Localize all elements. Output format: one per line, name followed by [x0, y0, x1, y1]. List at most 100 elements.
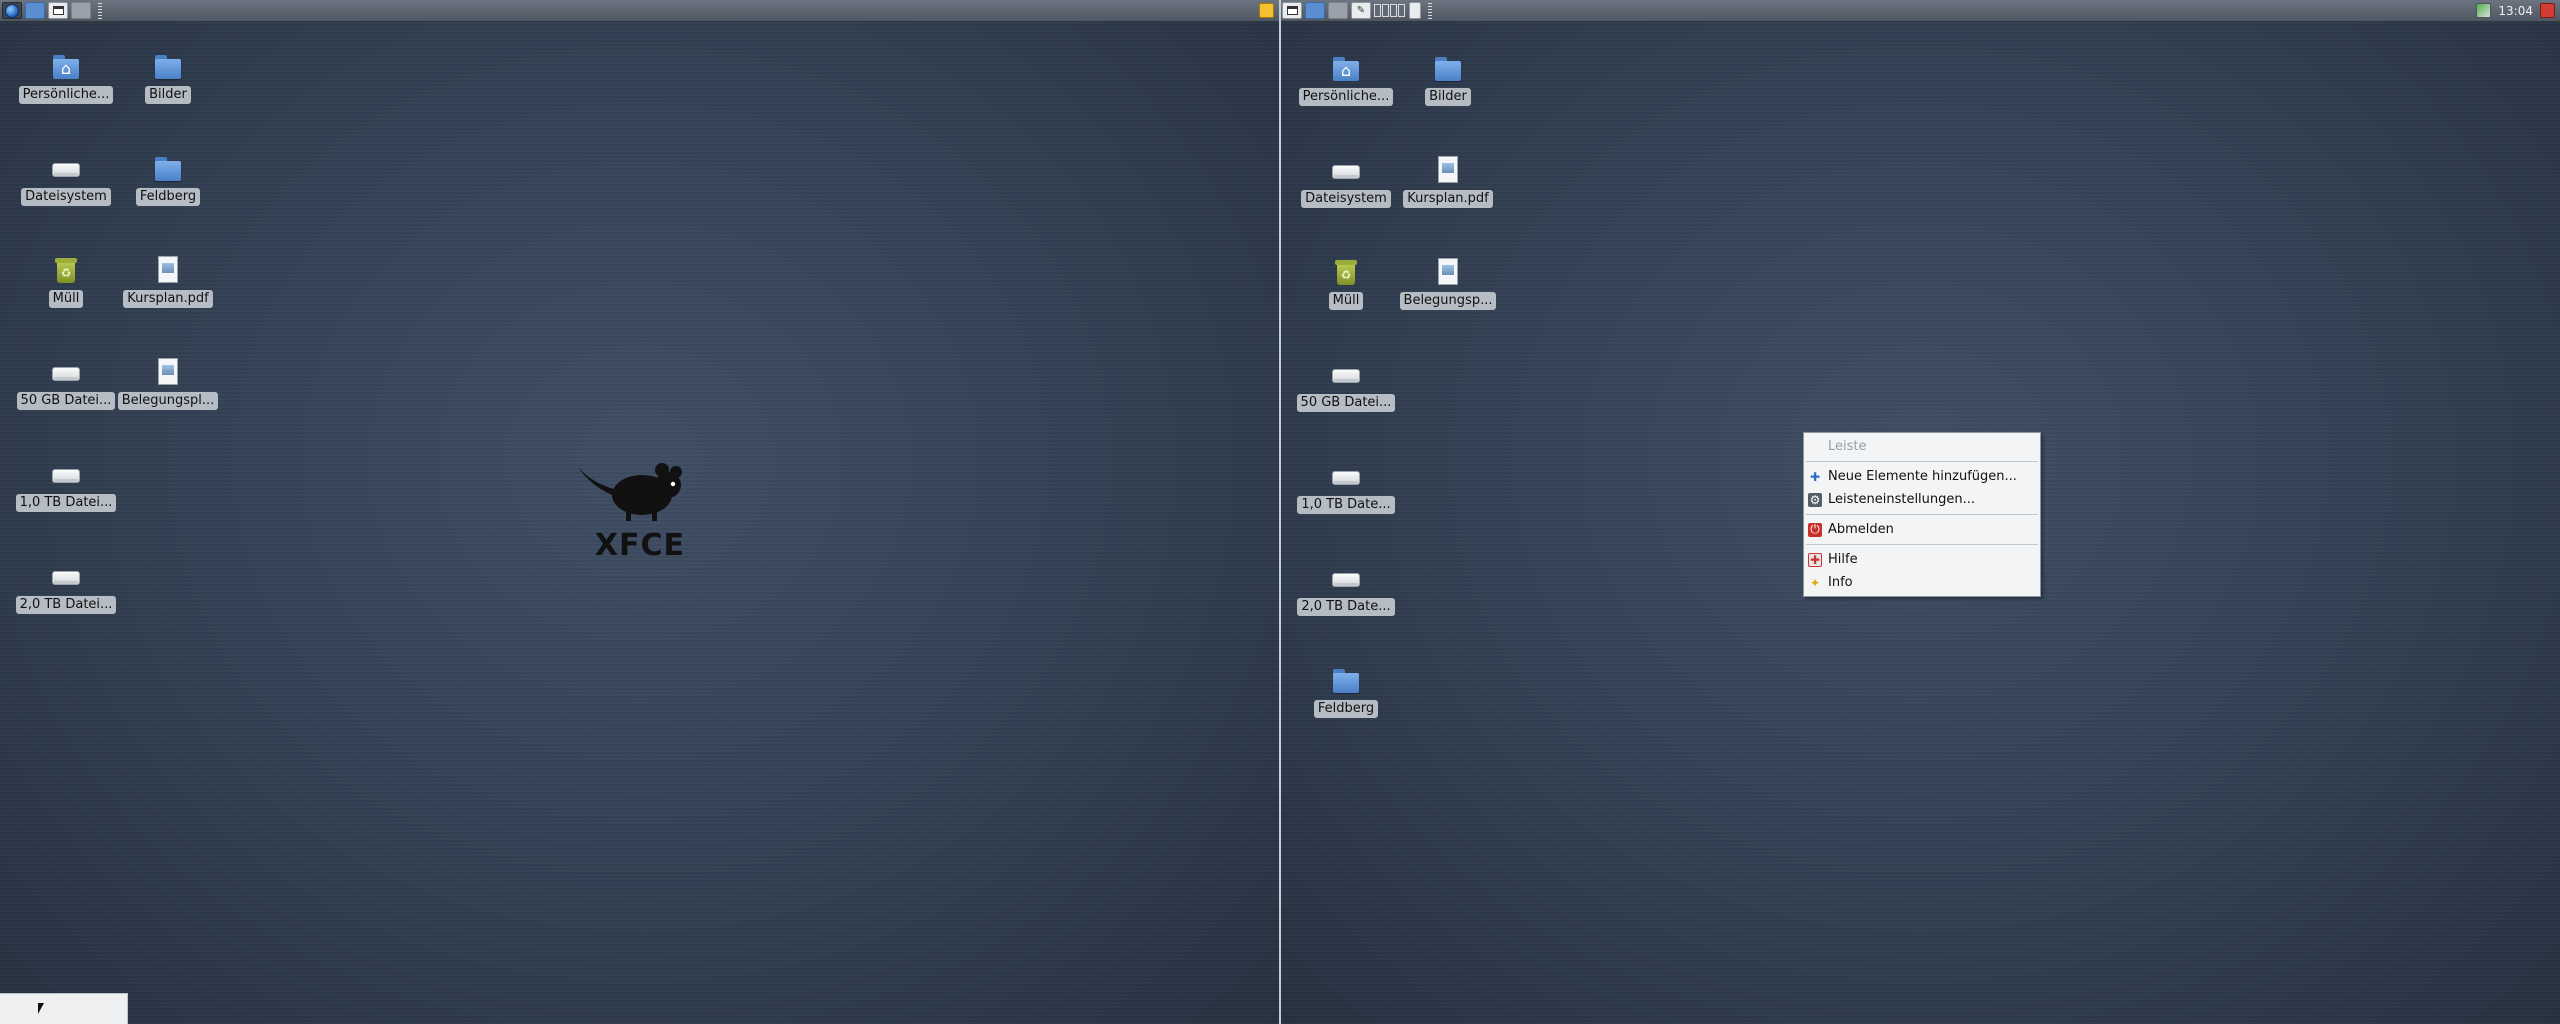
- drive-icon: [50, 560, 82, 592]
- notes-icon[interactable]: [1259, 3, 1274, 18]
- left-top-panel: [0, 0, 1280, 22]
- menu-item-label: Abmelden: [1828, 522, 1894, 537]
- edit-icon[interactable]: ✎: [1351, 2, 1371, 19]
- menu-item-add-elements[interactable]: ✚ Neue Elemente hinzufügen...: [1804, 465, 2040, 488]
- desktop-icon-trash[interactable]: Müll: [16, 254, 116, 308]
- workspace-2-button[interactable]: [71, 2, 91, 19]
- menu-item-label: Hilfe: [1828, 552, 1858, 567]
- settings-icon: ⚙: [1808, 492, 1822, 507]
- drive-icon: [1330, 154, 1362, 186]
- globe-icon: [5, 3, 19, 18]
- desktop-icon-feldberg[interactable]: Feldberg: [118, 152, 218, 206]
- home-folder-icon: [50, 50, 82, 82]
- document-icon: [1432, 256, 1464, 288]
- desktop-icon-label: 50 GB Datei...: [16, 392, 116, 410]
- workspace-1-button[interactable]: [1305, 2, 1325, 19]
- drive-icon: [50, 458, 82, 490]
- logout-icon: ⏻: [1808, 522, 1822, 537]
- pager-end-button[interactable]: [1409, 2, 1421, 19]
- desktop-icon-label: 2,0 TB Date...: [1297, 598, 1395, 616]
- desktop-icon-label: Bilder: [1425, 88, 1471, 106]
- xfce-logo: XFCE: [578, 463, 685, 563]
- desktop-icon-label: Belegungsp...: [1399, 292, 1497, 310]
- desktop-icon-bilder[interactable]: Bilder: [1398, 52, 1498, 106]
- desktop-icon-kursplan[interactable]: Kursplan.pdf: [118, 254, 218, 308]
- folder-icon: [1330, 664, 1362, 696]
- info-icon: ✦: [1809, 575, 1821, 590]
- menu-separator: [1806, 461, 2038, 462]
- help-icon: ✚: [1808, 552, 1822, 567]
- left-desktop[interactable]: Persönliche... Bilder Dateisystem Feldbe…: [0, 0, 1280, 1024]
- desktop-icon-dateisystem[interactable]: Dateisystem: [16, 152, 116, 206]
- menu-title: Leiste: [1828, 439, 1867, 454]
- workspace-1-button[interactable]: [25, 2, 45, 19]
- desktop-icon-label: 1,0 TB Date...: [1297, 496, 1395, 514]
- desktop-icon-bilder[interactable]: Bilder: [118, 50, 218, 104]
- desktop-icon-kursplan[interactable]: Kursplan.pdf: [1398, 154, 1498, 208]
- desktop-icon-belegungsplan[interactable]: Belegungspl...: [117, 356, 219, 410]
- drive-icon: [50, 356, 82, 388]
- desktop-icon-50gb[interactable]: 50 GB Datei...: [1296, 358, 1396, 412]
- desktop-icon-2tb[interactable]: 2,0 TB Datei...: [15, 560, 117, 614]
- logout-icon[interactable]: [2540, 3, 2555, 18]
- desktop-icon-feldberg[interactable]: Feldberg: [1296, 664, 1396, 718]
- window-icon: [52, 6, 64, 15]
- document-icon: [152, 356, 184, 388]
- menu-item-logout[interactable]: ⏻ Abmelden: [1804, 518, 2040, 541]
- add-icon: ✚: [1809, 469, 1821, 484]
- home-folder-icon: [1330, 52, 1362, 84]
- menu-item-panel-settings[interactable]: ⚙ Leisteneinstellungen...: [1804, 488, 2040, 511]
- menu-separator: [1806, 544, 2038, 545]
- menu-separator: [1806, 514, 2038, 515]
- menu-item-help[interactable]: ✚ Hilfe: [1804, 548, 2040, 571]
- desktop-icon-label: Dateisystem: [21, 188, 111, 206]
- menu-item-label: Leisteneinstellungen...: [1828, 492, 1976, 507]
- drive-icon: [1330, 358, 1362, 390]
- desktop-icon-label: Feldberg: [135, 188, 201, 206]
- desktop-icon-home[interactable]: Persönliche...: [1296, 52, 1396, 106]
- desktop-icon-label: Feldberg: [1313, 700, 1379, 718]
- right-top-panel: ✎ 13:04: [1280, 0, 2560, 22]
- desktop-icon-label: 1,0 TB Datei...: [15, 494, 117, 512]
- taskbar-button[interactable]: [0, 993, 128, 1024]
- drive-icon: [1330, 460, 1362, 492]
- network-icon[interactable]: [2476, 3, 2492, 18]
- panel-handle[interactable]: [1428, 2, 1432, 19]
- desktop-icon-label: 2,0 TB Datei...: [15, 596, 117, 614]
- desktop-icon-label: Persönliche...: [18, 86, 114, 104]
- drive-icon: [50, 152, 82, 184]
- drive-icon: [1330, 562, 1362, 594]
- document-icon: [1432, 154, 1464, 186]
- desktop-icon-belegungsplan[interactable]: Belegungsp...: [1398, 256, 1498, 310]
- workspace-pager[interactable]: [1374, 4, 1405, 17]
- desktop-icon-1tb[interactable]: 1,0 TB Date...: [1296, 460, 1396, 514]
- trash-icon: [50, 254, 82, 286]
- desktop-icon-label: Müll: [48, 290, 84, 308]
- workspace-2-button[interactable]: [1328, 2, 1348, 19]
- show-desktop-button[interactable]: [48, 2, 68, 19]
- mouse-cursor: [38, 1003, 44, 1014]
- desktop-icon-2tb[interactable]: 2,0 TB Date...: [1296, 562, 1396, 616]
- folder-icon: [152, 50, 184, 82]
- xfce-logo-text: XFCE: [595, 528, 685, 563]
- desktop-icon-label: Bilder: [145, 86, 191, 104]
- document-icon: [152, 254, 184, 286]
- show-desktop-button[interactable]: [1282, 2, 1302, 19]
- applications-menu-button[interactable]: [2, 2, 22, 19]
- panel-handle[interactable]: [98, 2, 102, 19]
- desktop-icon-trash[interactable]: Müll: [1296, 256, 1396, 310]
- folder-icon: [1432, 52, 1464, 84]
- menu-item-label: Neue Elemente hinzufügen...: [1828, 469, 2017, 484]
- monitor-divider: [1279, 0, 1281, 1024]
- desktop-icon-label: Persönliche...: [1298, 88, 1394, 106]
- desktop-icon-home[interactable]: Persönliche...: [16, 50, 116, 104]
- desktop-icon-dateisystem[interactable]: Dateisystem: [1296, 154, 1396, 208]
- panel-context-menu: Leiste ✚ Neue Elemente hinzufügen... ⚙ L…: [1803, 432, 2041, 597]
- menu-item-info[interactable]: ✦ Info: [1804, 571, 2040, 594]
- panel-clock[interactable]: 13:04: [2498, 4, 2533, 18]
- desktop-icon-label: Dateisystem: [1301, 190, 1391, 208]
- desktop-icon-label: Kursplan.pdf: [123, 290, 213, 308]
- desktop-icon-50gb[interactable]: 50 GB Datei...: [16, 356, 116, 410]
- desktop-icon-label: Belegungspl...: [117, 392, 219, 410]
- desktop-icon-1tb[interactable]: 1,0 TB Datei...: [15, 458, 117, 512]
